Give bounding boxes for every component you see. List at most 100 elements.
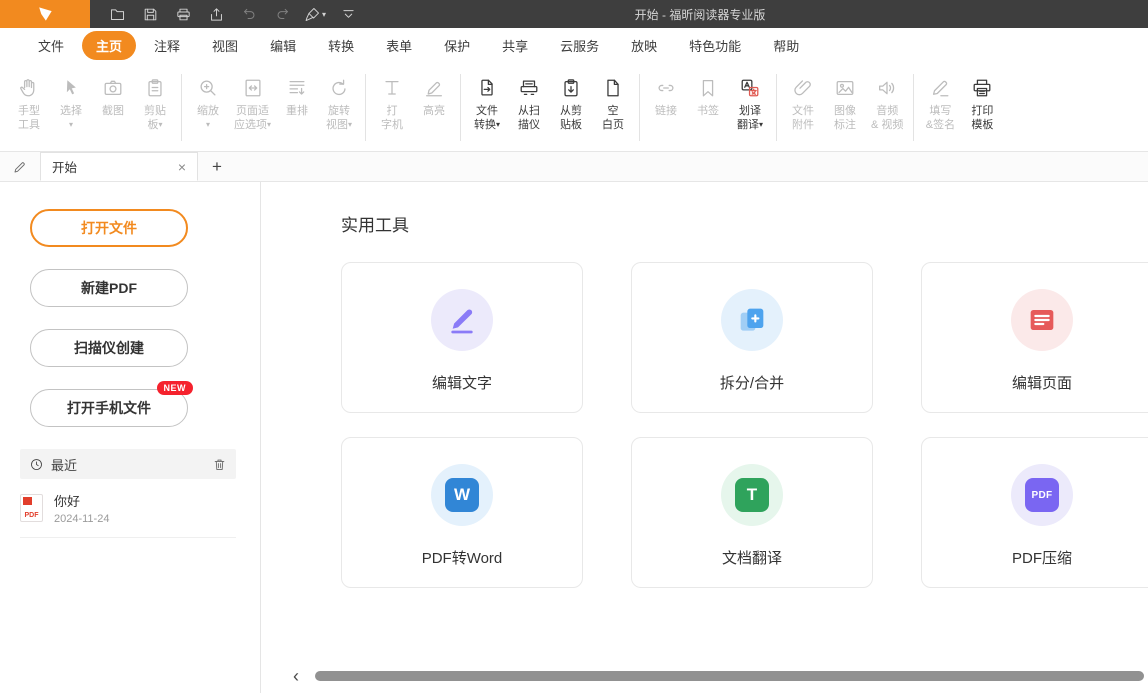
tool-card-pdfcompress[interactable]: PDFPDF压缩 [921,437,1148,588]
recent-header: 最近 [20,449,236,479]
menu-tab-特色功能[interactable]: 特色功能 [675,31,755,60]
blankpage-icon [602,77,624,99]
tool-card-edittext[interactable]: 编辑文字 [341,262,583,413]
ribbon-button-highlighter: 高亮 [413,70,455,149]
menu-tab-视图[interactable]: 视图 [198,31,252,60]
scrollbar-thumb[interactable] [315,671,1144,681]
sidebar-buttons: 打开文件新建PDF 扫描仪创建打开手机文件NEW [0,209,260,427]
attachment-icon [792,77,814,99]
scroll-left-arrow[interactable]: ‹ [293,667,309,685]
ribbon-button-scanner[interactable]: 从扫描仪 [508,70,550,149]
customize-toolbar-button[interactable] [333,2,363,26]
menu-tab-文件[interactable]: 文件 [24,31,78,60]
window-title: 开始 - 福昕阅读器专业版 [420,6,980,23]
tool-card-editpages[interactable]: 编辑页面 [921,262,1148,413]
clear-recent-button[interactable] [212,457,227,472]
ribbon-group-separator [776,74,777,141]
menu-tab-主页[interactable]: 主页 [82,31,136,60]
ribbon-group-separator [460,74,461,141]
ribbon-button-fileconvert[interactable]: 文件转换▾ [466,70,508,149]
menu-tab-bar: 文件主页注释视图编辑转换表单保护共享云服务放映特色功能帮助 [0,28,1148,62]
save-icon [142,6,159,23]
ribbon-group-separator [181,74,182,141]
export-icon [208,6,225,23]
doc-tab-开始[interactable]: 开始× [40,152,198,181]
ribbon-button-fromclipboard[interactable]: 从剪贴板 [550,70,592,149]
tool-icon-circle: T [721,464,783,526]
ribbon-button-cursor: 选择▾ [50,70,92,149]
tool-card-splitmerge[interactable]: 拆分/合并 [631,262,873,413]
share-export-button[interactable] [201,2,231,26]
titlebar: ▾ 开始 - 福昕阅读器专业版 [0,0,1148,28]
audiovideo-icon [876,77,898,99]
tool-card-label: PDF压缩 [1012,547,1072,568]
ribbon-button-fillsign: 填写&签名 [919,70,961,149]
chevron-down-icon: ▾ [158,120,162,129]
ribbon-button-link: 链接 [645,70,687,149]
menu-tab-注释[interactable]: 注释 [140,31,194,60]
sidebar-button-扫描仪创建[interactable]: 扫描仪创建 [30,329,188,367]
brush-icon [304,6,321,23]
sidebar-button-新建PDF[interactable]: 新建PDF [30,269,188,307]
doc-tabs: 开始× [40,152,198,181]
horizontal-scrollbar: ‹ [293,669,1144,683]
redo-icon [274,6,291,23]
chevron-down-icon: ▾ [322,10,326,19]
open-file-button[interactable] [102,2,132,26]
ribbon-button-pagefit: 页面适应选项▾ [229,70,276,149]
translate-icon [739,77,761,99]
menu-tab-共享[interactable]: 共享 [488,31,542,60]
tool-card-label: 编辑页面 [1012,372,1072,393]
ribbon-button-printtemplate[interactable]: 打印模板 [961,70,1003,149]
bookmark-icon [697,77,719,99]
quick-tool-button[interactable]: ▾ [300,2,330,26]
pagefit-icon [242,77,264,99]
menu-tab-云服务[interactable]: 云服务 [546,31,613,60]
recent-file-item[interactable]: PDF你好2024-11-24 [20,491,236,538]
ribbon-button-translate[interactable]: 划译翻译▾ [729,70,771,149]
menu-tab-保护[interactable]: 保护 [430,31,484,60]
section-title: 实用工具 [341,211,1148,236]
new-tab-button[interactable]: + [212,157,222,177]
annotate-pencil-icon[interactable] [0,159,40,175]
recent-list: PDF你好2024-11-24 [0,491,260,538]
tool-icon-circle: W [431,464,493,526]
ribbon-group-separator [365,74,366,141]
ribbon-group-separator [913,74,914,141]
ribbon-button-hand: 手型工具 [8,70,50,149]
save-button[interactable] [135,2,165,26]
fromclipboard-icon [560,77,582,99]
pdftoword-icon: W [445,478,479,512]
typewriter-icon [381,77,403,99]
menu-tab-转换[interactable]: 转换 [314,31,368,60]
highlighter-icon [423,77,445,99]
quick-access-toolbar: ▾ [102,2,363,26]
menu-tab-帮助[interactable]: 帮助 [759,31,813,60]
menu-tab-表单[interactable]: 表单 [372,31,426,60]
sidebar-button-打开手机文件[interactable]: 打开手机文件NEW [30,389,188,427]
trash-icon [212,457,227,472]
edittext-icon [446,304,478,336]
tool-icon-circle [1011,289,1073,351]
hand-icon [18,77,40,99]
link-icon [655,77,677,99]
tool-card-pdftoword[interactable]: WPDF转Word [341,437,583,588]
tool-card-doctranslate[interactable]: T文档翻译 [631,437,873,588]
new-badge: NEW [157,381,194,395]
undo-icon [241,6,258,23]
menu-tab-放映[interactable]: 放映 [617,31,671,60]
menu-tab-编辑[interactable]: 编辑 [256,31,310,60]
sidebar-button-打开文件[interactable]: 打开文件 [30,209,188,247]
clock-icon [29,457,44,472]
print-button[interactable] [168,2,198,26]
app-logo[interactable] [0,0,90,28]
editpages-icon [1026,304,1058,336]
ribbon-button-clipboard: 剪贴板▾ [134,70,176,149]
ribbon-button-blankpage[interactable]: 空白页 [592,70,634,149]
pencil-icon [12,159,28,175]
folder-icon [109,6,126,23]
print-icon [175,6,192,23]
chevron-down-icon: ▾ [267,120,271,129]
chevron-down-icon: ▾ [69,120,73,129]
close-icon[interactable]: × [178,160,186,174]
